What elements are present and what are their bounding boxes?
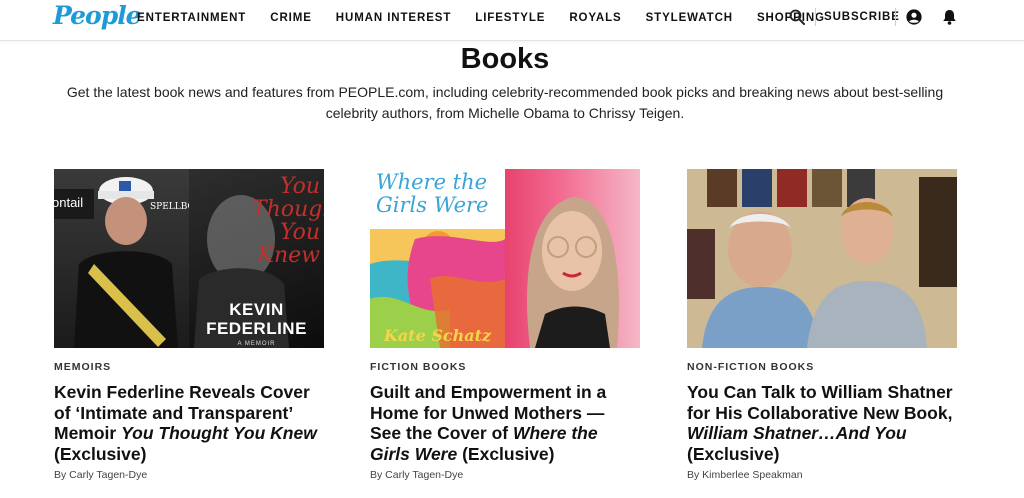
search-icon[interactable] — [789, 9, 805, 25]
article-image[interactable]: ontail SPELLBO You Thought You Knew KEVI… — [54, 169, 324, 348]
book-cover: Where the Girls Were Kate Schatz — [370, 169, 505, 348]
book-cover-tag: A MEMOIR — [237, 341, 276, 347]
article-category[interactable]: FICTION BOOKS — [370, 361, 640, 373]
bell-icon[interactable] — [942, 9, 957, 25]
author-photo-art — [527, 197, 619, 348]
nav-lifestyle[interactable]: LIFESTYLE — [475, 12, 545, 24]
article-image[interactable] — [687, 169, 957, 348]
book-cover-title: Where the Girls Were — [376, 170, 489, 217]
article-title[interactable]: Kevin Federline Reveals Cover of ‘Intima… — [54, 382, 324, 464]
main-nav: ENTERTAINMENT CRIME HUMAN INTEREST LIFES… — [137, 0, 849, 35]
svg-text:SPELLBO: SPELLBO — [150, 202, 189, 212]
article-image[interactable]: Where the Girls Were Kate Schatz — [370, 169, 640, 348]
book-cover-author: Kate Schatz — [383, 326, 492, 345]
people-logo[interactable]: People — [53, 1, 142, 30]
article-byline[interactable]: By Carly Tagen-Dye — [370, 469, 640, 481]
article-byline[interactable]: By Carly Tagen-Dye — [54, 469, 324, 481]
nav-stylewatch[interactable]: STYLEWATCH — [646, 12, 733, 24]
title-book-name: William Shatner…And You — [687, 423, 907, 443]
author-photo-art: ontail SPELLBO — [54, 177, 189, 348]
site-header: People ENTERTAINMENT CRIME HUMAN INTERES… — [0, 0, 1024, 41]
nav-royals[interactable]: ROYALS — [569, 12, 621, 24]
book-cover-author: KEVIN FEDERLINE — [206, 300, 307, 338]
article-category[interactable]: MEMOIRS — [54, 361, 324, 373]
page-title: Books — [460, 43, 550, 75]
title-text: (Exclusive) — [54, 443, 147, 464]
nav-crime[interactable]: CRIME — [270, 12, 312, 24]
subscribe-link[interactable]: SUBSCRIBE — [824, 11, 900, 23]
article-card[interactable]: ontail SPELLBO You Thought You Knew KEVI… — [54, 169, 324, 481]
nav-human-interest[interactable]: HUMAN INTEREST — [336, 12, 451, 24]
article-byline[interactable]: By Kimberlee Speakman — [687, 469, 957, 481]
title-text: (Exclusive) — [687, 443, 780, 464]
title-book-name: You Thought You Knew — [121, 423, 317, 443]
header-divider — [895, 8, 896, 26]
title-text: (Exclusive) — [457, 443, 555, 464]
book-cover: You Thought You Knew KEVIN FEDERLINE A M… — [189, 169, 324, 348]
article-category[interactable]: NON-FICTION BOOKS — [687, 361, 957, 373]
account-icon[interactable] — [906, 9, 922, 25]
svg-text:ontail: ontail — [54, 195, 83, 210]
author-photo-art — [687, 169, 957, 348]
nav-entertainment[interactable]: ENTERTAINMENT — [137, 12, 246, 24]
page-description: Get the latest book news and features fr… — [66, 84, 944, 121]
article-card[interactable]: Where the Girls Were Kate Schatz FICTION… — [370, 169, 640, 481]
title-text: You Can Talk to William Shatner for His … — [687, 382, 953, 423]
article-title[interactable]: You Can Talk to William Shatner for His … — [687, 382, 957, 464]
author-photo: ontail SPELLBO — [54, 169, 189, 348]
article-card[interactable]: NON-FICTION BOOKS You Can Talk to Willia… — [687, 169, 957, 481]
author-photo — [505, 169, 640, 348]
header-divider — [815, 8, 816, 26]
article-title[interactable]: Guilt and Empowerment in a Home for Unwe… — [370, 382, 640, 464]
book-cover-title: You Thought You Knew — [252, 174, 324, 268]
